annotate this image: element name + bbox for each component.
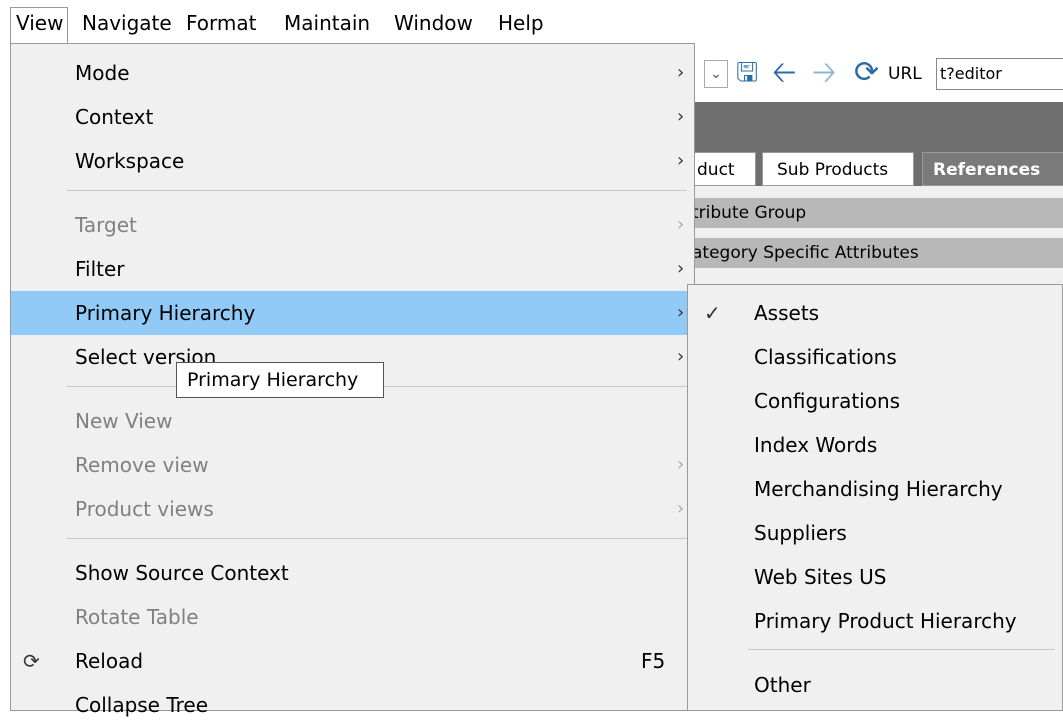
submenu-item-web-sites-us[interactable]: Web Sites US xyxy=(688,555,1062,599)
forward-arrow-icon[interactable]: 🡢 xyxy=(812,56,836,90)
submenu-item-label: Classifications xyxy=(754,345,897,369)
submenu-item-index-words[interactable]: Index Words xyxy=(688,423,1062,467)
reload-icon: ⟳ xyxy=(23,649,40,673)
menu-item-mode[interactable]: Mode › xyxy=(11,51,694,95)
menu-item-label: Collapse Tree xyxy=(75,693,209,717)
dropdown-combo[interactable]: ⌄ xyxy=(704,60,728,88)
submenu-item-primary-product-hierarchy[interactable]: Primary Product Hierarchy xyxy=(688,599,1062,643)
tab-references[interactable]: References xyxy=(922,152,1063,186)
menu-help[interactable]: Help xyxy=(498,8,544,38)
menu-item-label: Filter xyxy=(75,257,125,281)
chevron-right-icon: › xyxy=(677,498,685,519)
submenu-item-label: Index Words xyxy=(754,433,878,457)
menu-item-label: Show Source Context xyxy=(75,561,289,585)
menu-item-remove-view[interactable]: Remove view › xyxy=(11,443,694,487)
submenu-item-label: Suppliers xyxy=(754,521,847,545)
submenu-item-label: Merchandising Hierarchy xyxy=(754,477,1003,501)
submenu-item-label: Web Sites US xyxy=(754,565,887,589)
menu-item-primary-hierarchy[interactable]: Primary Hierarchy › xyxy=(11,291,694,335)
menu-item-label: Workspace xyxy=(75,149,185,173)
menu-separator xyxy=(67,538,687,539)
menu-view[interactable]: View xyxy=(10,7,68,43)
menu-item-product-views[interactable]: Product views › xyxy=(11,487,694,531)
submenu-item-classifications[interactable]: Classifications xyxy=(688,335,1062,379)
menu-item-label: Mode xyxy=(75,61,130,85)
category-attributes-header[interactable]: ategory Specific Attributes xyxy=(684,238,1063,268)
menu-item-label: Rotate Table xyxy=(75,605,199,629)
back-arrow-icon[interactable]: 🡠 xyxy=(772,56,796,90)
chevron-right-icon: › xyxy=(677,302,685,323)
menu-item-label: Primary Hierarchy xyxy=(75,301,256,325)
tab-strip: duct Sub Products References xyxy=(684,148,1063,188)
menu-separator xyxy=(67,190,687,191)
menu-item-rotate-table[interactable]: Rotate Table xyxy=(11,595,694,639)
chevron-right-icon: › xyxy=(677,454,685,475)
menu-item-label: Context xyxy=(75,105,154,129)
submenu-item-label: Primary Product Hierarchy xyxy=(754,609,1017,633)
chevron-right-icon: › xyxy=(677,106,685,127)
submenu-item-label: Other xyxy=(754,673,811,697)
submenu-item-other[interactable]: Other xyxy=(688,663,1062,707)
menu-item-label: Product views xyxy=(75,497,214,521)
chevron-right-icon: › xyxy=(677,62,685,83)
submenu-item-merchandising-hierarchy[interactable]: Merchandising Hierarchy xyxy=(688,467,1062,511)
menu-item-workspace[interactable]: Workspace › xyxy=(11,139,694,183)
url-input[interactable]: t?editor xyxy=(936,58,1063,90)
submenu-item-suppliers[interactable]: Suppliers xyxy=(688,511,1062,555)
chevron-down-icon: ⌄ xyxy=(710,66,722,82)
menu-format[interactable]: Format xyxy=(186,8,256,38)
toolbar: ⌄ 🖫 🡠 🡢 ⟳ URL t?editor xyxy=(684,44,1063,102)
menu-item-new-view[interactable]: New View xyxy=(11,399,694,443)
menu-item-show-source-context[interactable]: Show Source Context xyxy=(11,551,694,595)
submenu-item-label: Configurations xyxy=(754,389,901,413)
shortcut-label: F5 xyxy=(641,649,666,673)
menu-bar: View Navigate Format Maintain Window Hel… xyxy=(0,0,1063,44)
chevron-right-icon: › xyxy=(677,214,685,235)
submenu-item-assets[interactable]: ✓ Assets xyxy=(688,291,1062,335)
menu-item-label: New View xyxy=(75,409,173,433)
chevron-right-icon: › xyxy=(677,346,685,367)
menu-item-context[interactable]: Context › xyxy=(11,95,694,139)
checkmark-icon: ✓ xyxy=(704,301,721,325)
menu-item-reload[interactable]: ⟳ Reload F5 xyxy=(11,639,694,683)
menu-navigate[interactable]: Navigate xyxy=(82,8,172,38)
menu-separator xyxy=(748,649,1054,650)
menu-item-label: Target xyxy=(75,213,137,237)
tooltip: Primary Hierarchy xyxy=(176,362,384,398)
primary-hierarchy-submenu: ✓ Assets Classifications Configurations … xyxy=(687,284,1063,711)
url-label: URL xyxy=(888,64,922,84)
menu-item-target[interactable]: Target › xyxy=(11,203,694,247)
chevron-right-icon: › xyxy=(677,150,685,171)
menu-item-collapse-tree[interactable]: Collapse Tree xyxy=(11,683,694,727)
menu-item-filter[interactable]: Filter › xyxy=(11,247,694,291)
attribute-group-header[interactable]: tribute Group xyxy=(684,198,1063,228)
refresh-icon[interactable]: ⟳ xyxy=(854,56,879,90)
menu-item-label: Remove view xyxy=(75,453,209,477)
menu-window[interactable]: Window xyxy=(394,8,473,38)
tab-sub-products[interactable]: Sub Products xyxy=(762,152,914,186)
chevron-right-icon: › xyxy=(677,258,685,279)
monitor-icon[interactable]: 🖫 xyxy=(736,56,758,90)
submenu-item-configurations[interactable]: Configurations xyxy=(688,379,1062,423)
menu-item-label: Reload xyxy=(75,649,144,673)
menu-maintain[interactable]: Maintain xyxy=(284,8,370,38)
submenu-item-label: Assets xyxy=(754,301,820,325)
